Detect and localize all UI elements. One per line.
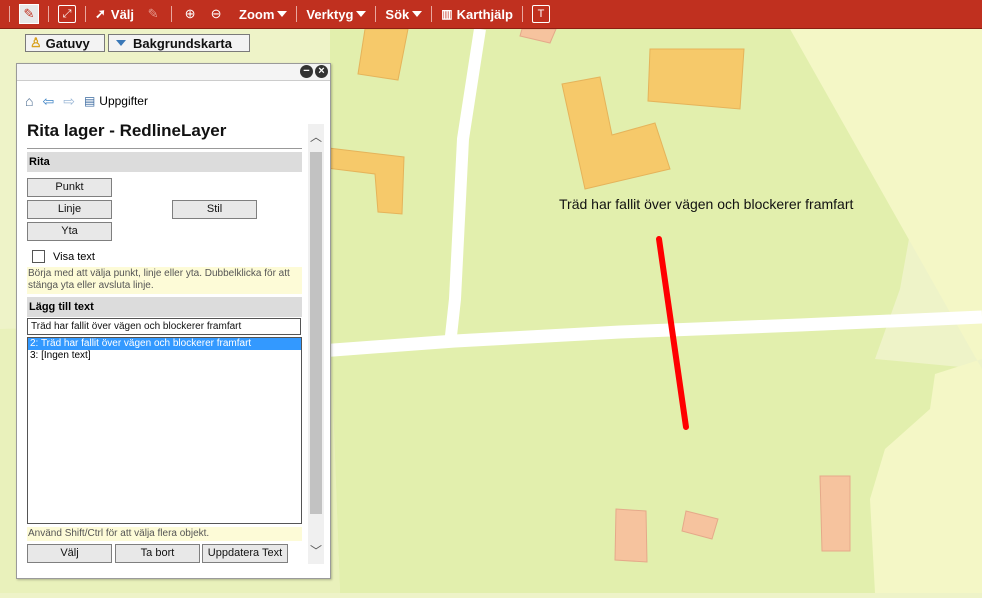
street-view-icon: ♙ (30, 35, 42, 50)
show-text-checkbox[interactable] (32, 250, 45, 263)
draw-section-header: Rita (27, 152, 302, 172)
style-button[interactable]: Stil (172, 200, 257, 219)
zoom-label: Zoom (239, 6, 275, 22)
draw-hint: Börja med att välja punkt, linje eller y… (27, 267, 302, 294)
list-item[interactable]: 3: [Ingen text] (28, 350, 301, 362)
area-button[interactable]: Yta (27, 222, 112, 241)
toolbar-separator (521, 6, 523, 22)
toolbar-separator (296, 6, 298, 22)
panel-title: Rita lager - RedlineLayer (27, 121, 227, 140)
text-tool-icon[interactable]: T (531, 5, 550, 23)
panel-nav: ⌂ ⇦ ⇨ ▤ Uppgifter (25, 91, 148, 111)
street-view-button[interactable]: ♙ Gatuvy (25, 34, 105, 52)
chevron-down-icon (116, 40, 126, 46)
zoom-menu-button[interactable]: Zoom (239, 3, 288, 25)
zoom-in-icon[interactable]: ⊕ (181, 5, 199, 23)
building (614, 508, 648, 563)
select-button[interactable]: ➚ Välj (95, 3, 134, 25)
back-arrow-icon[interactable]: ⇦ (42, 93, 54, 110)
building (647, 48, 745, 110)
chevron-down-icon (412, 11, 423, 17)
chevron-down-icon (356, 11, 367, 17)
scrollbar-thumb[interactable] (310, 152, 322, 514)
tasks-link[interactable]: Uppgifter (99, 94, 148, 108)
map-help-label: Karthjälp (456, 6, 513, 22)
pencil-icon[interactable]: ✎ (144, 5, 162, 23)
building (819, 475, 851, 552)
panel-scrollbar[interactable]: ︿ ﹀ (308, 124, 324, 564)
panel-drag-handle[interactable]: − × (17, 64, 330, 81)
background-map-label: Bakgrundskarta (133, 35, 232, 51)
home-icon[interactable]: ⌂ (25, 93, 33, 109)
line-button[interactable]: Linje (27, 200, 112, 219)
list-item[interactable]: 2: Träd har fallit över vägen och blocke… (28, 338, 301, 350)
show-text-label: Visa text (53, 250, 95, 263)
toolbar-separator (48, 6, 49, 22)
search-label: Sök (385, 6, 410, 22)
show-text-checkbox-row[interactable]: Visa text (32, 250, 95, 263)
main-toolbar: ✎ ⤢ ➚ Välj ✎ ⊕ ⊖ Zoom Verktyg Sök ▥ Kart… (0, 0, 982, 29)
search-menu-button[interactable]: Sök (385, 3, 423, 25)
text-list[interactable]: 2: Träd har fallit över vägen och blocke… (27, 337, 302, 524)
map-help-button[interactable]: ▥ Karthjälp (441, 3, 513, 25)
toolbar-separator (85, 6, 86, 22)
background-map-button[interactable]: Bakgrundskarta (108, 34, 250, 52)
select-hint: Använd Shift/Ctrl för att välja flera ob… (27, 527, 302, 541)
chevron-down-icon (277, 11, 288, 17)
scroll-up-icon[interactable]: ︿ (310, 128, 322, 145)
toolbar-separator (9, 6, 10, 22)
delete-button[interactable]: Ta bort (115, 544, 200, 563)
help-book-icon: ▥ (441, 7, 453, 21)
verktyg-menu-button[interactable]: Verktyg (306, 3, 367, 25)
verktyg-label: Verktyg (306, 6, 354, 22)
add-text-section-header: Lägg till text (27, 297, 302, 317)
cursor-icon: ➚ (95, 6, 106, 21)
redline-tool-icon[interactable]: ✎ (19, 4, 39, 24)
scroll-down-icon[interactable]: ﹀ (310, 542, 322, 559)
full-extent-icon[interactable]: ⤢ (58, 5, 76, 23)
minimize-icon[interactable]: − (300, 65, 313, 78)
tasks-icon[interactable]: ▤ (84, 94, 95, 108)
toolbar-separator (171, 6, 173, 22)
forward-arrow-icon[interactable]: ⇨ (63, 93, 75, 110)
street-view-label: Gatuvy (45, 35, 90, 51)
point-button[interactable]: Punkt (27, 178, 112, 197)
select-objects-button[interactable]: Välj (27, 544, 112, 563)
update-text-button[interactable]: Uppdatera Text (202, 544, 288, 563)
zoom-out-icon[interactable]: ⊖ (207, 5, 225, 23)
select-label: Välj (110, 6, 135, 22)
title-divider (27, 148, 302, 149)
toolbar-separator (375, 6, 377, 22)
redline-panel: − × ⌂ ⇦ ⇨ ▤ Uppgifter Rita lager - Redli… (16, 63, 331, 579)
redline-text-label: Träd har fallit över vägen och blockerer… (559, 196, 854, 212)
text-input[interactable]: Träd har fallit över vägen och blockerer… (27, 318, 301, 335)
close-icon[interactable]: × (315, 65, 328, 78)
toolbar-separator (431, 6, 433, 22)
